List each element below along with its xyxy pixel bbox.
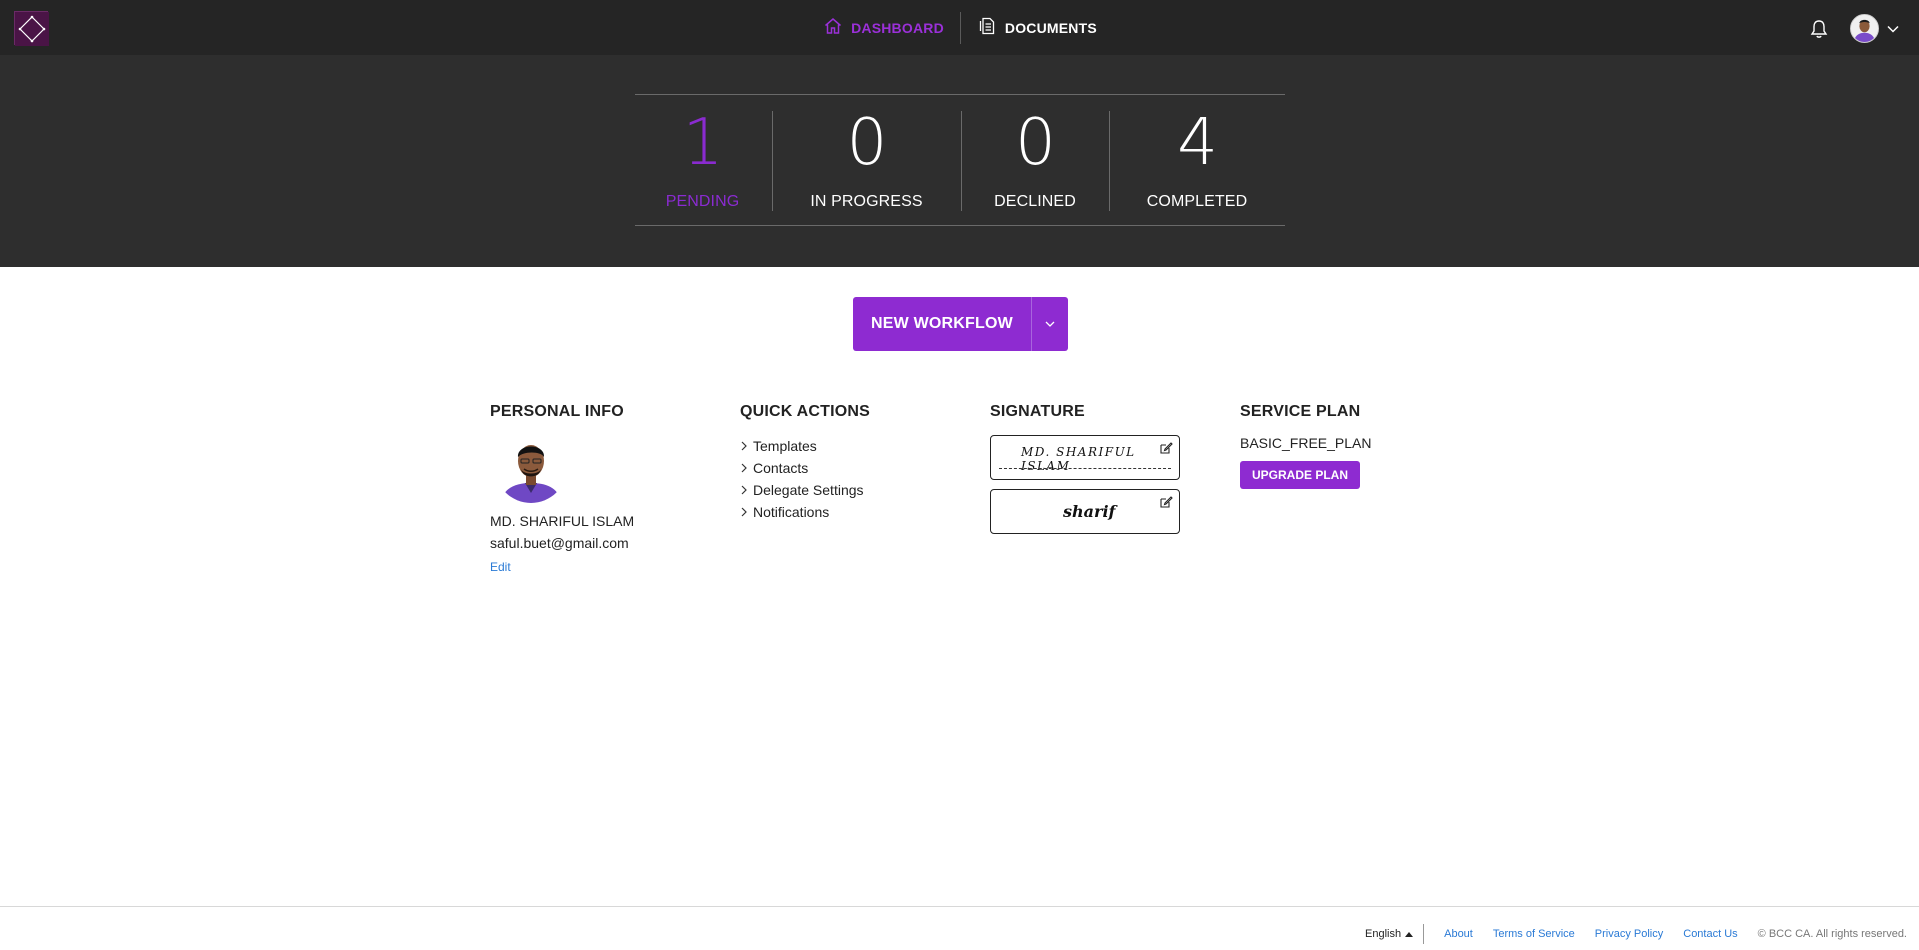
profile-photo	[495, 431, 567, 503]
nav-dashboard[interactable]: DASHBOARD	[807, 0, 960, 55]
nav-documents[interactable]: DOCUMENTS	[961, 0, 1113, 55]
stat-declined-value: 0	[1015, 106, 1056, 180]
stat-completed-label: COMPLETED	[1146, 193, 1248, 210]
stat-declined[interactable]: 0 DECLINED	[961, 111, 1109, 211]
copyright: © BCC CA. All rights reserved.	[1757, 928, 1907, 940]
quick-action-contacts[interactable]: Contacts	[740, 457, 960, 479]
signature-line	[999, 468, 1171, 469]
stat-in-progress[interactable]: 0 IN PROGRESS	[772, 111, 961, 211]
service-plan-title: SERVICE PLAN	[1240, 403, 1361, 420]
stat-pending[interactable]: 1 PENDING	[635, 111, 770, 211]
quick-action-templates[interactable]: Templates	[740, 435, 960, 457]
new-workflow-dropdown[interactable]	[1032, 297, 1068, 351]
edit-icon[interactable]	[1159, 441, 1173, 455]
signature-title: SIGNATURE	[990, 403, 1085, 420]
stat-in-progress-value: 0	[846, 106, 888, 180]
quick-actions-list: Templates Contacts Delegate Settings Not…	[740, 435, 960, 523]
footer-link-privacy[interactable]: Privacy Policy	[1595, 928, 1663, 940]
chevron-right-icon	[741, 507, 747, 517]
nav-dashboard-label: DASHBOARD	[851, 19, 944, 36]
language-label: English	[1365, 928, 1402, 940]
document-icon	[977, 16, 997, 39]
personal-info-section: PERSONAL INFO MD. SHARIFUL ISLAM saful.b…	[490, 403, 710, 574]
home-icon	[823, 16, 843, 39]
quick-action-delegate-settings[interactable]: Delegate Settings	[740, 479, 960, 501]
caret-up-icon	[1405, 932, 1414, 937]
stat-in-progress-label: IN PROGRESS	[810, 193, 923, 210]
workflow-stats: 1 PENDING 0 IN PROGRESS 0 DECLINED 4 COM…	[635, 94, 1285, 226]
quick-action-label: Delegate Settings	[753, 482, 864, 498]
main-nav: DASHBOARD DOCUMENTS	[0, 0, 1919, 55]
current-plan: BASIC_FREE_PLAN	[1240, 435, 1372, 451]
full-signature-text: sharif	[1063, 502, 1116, 521]
full-signature-box[interactable]: sharif	[990, 489, 1180, 534]
stat-completed[interactable]: 4 COMPLETED	[1109, 111, 1285, 211]
personal-info-title: PERSONAL INFO	[490, 403, 624, 420]
user-email: saful.buet@gmail.com	[490, 535, 629, 551]
user-name: MD. SHARIFUL ISLAM	[490, 513, 635, 529]
chevron-down-icon[interactable]	[1886, 22, 1900, 34]
chevron-down-icon	[1045, 321, 1055, 327]
footer-link-about[interactable]: About	[1444, 928, 1473, 940]
quick-actions-section: QUICK ACTIONS Templates Contacts Delegat…	[740, 403, 960, 523]
upgrade-plan-button[interactable]: UPGRADE PLAN	[1240, 461, 1361, 489]
chevron-right-icon	[741, 441, 747, 451]
footer: English About Terms of Service Privacy P…	[0, 906, 1919, 950]
stat-completed-value: 4	[1177, 106, 1218, 180]
quick-action-notifications[interactable]: Notifications	[740, 501, 960, 523]
bell-icon[interactable]	[1808, 18, 1830, 40]
language-selector[interactable]: English	[1365, 924, 1425, 944]
quick-action-label: Notifications	[753, 504, 830, 520]
quick-action-label: Contacts	[753, 460, 809, 476]
stat-declined-label: DECLINED	[994, 193, 1076, 210]
chevron-right-icon	[741, 485, 747, 495]
top-navbar: DASHBOARD DOCUMENTS	[0, 0, 1919, 55]
new-workflow-button[interactable]: NEW WORKFLOW	[853, 297, 1068, 351]
signature-section: SIGNATURE MD. SHARIFUL ISLAM sharif	[990, 403, 1210, 534]
edit-icon[interactable]	[1159, 495, 1173, 509]
edit-profile-link[interactable]: Edit	[490, 560, 710, 574]
chevron-right-icon	[741, 463, 747, 473]
stat-pending-value: 1	[682, 106, 724, 180]
nav-documents-label: DOCUMENTS	[1004, 19, 1097, 36]
service-plan-section: SERVICE PLAN BASIC_FREE_PLAN UPGRADE PLA…	[1240, 403, 1480, 489]
footer-link-terms[interactable]: Terms of Service	[1493, 928, 1575, 940]
new-workflow-label: NEW WORKFLOW	[871, 315, 1013, 332]
stat-pending-label: PENDING	[665, 193, 740, 210]
user-avatar[interactable]	[1850, 14, 1879, 43]
quick-actions-title: QUICK ACTIONS	[740, 403, 871, 420]
footer-link-contact[interactable]: Contact Us	[1683, 928, 1737, 940]
initials-signature-box[interactable]: MD. SHARIFUL ISLAM	[990, 435, 1180, 480]
quick-action-label: Templates	[753, 438, 817, 454]
